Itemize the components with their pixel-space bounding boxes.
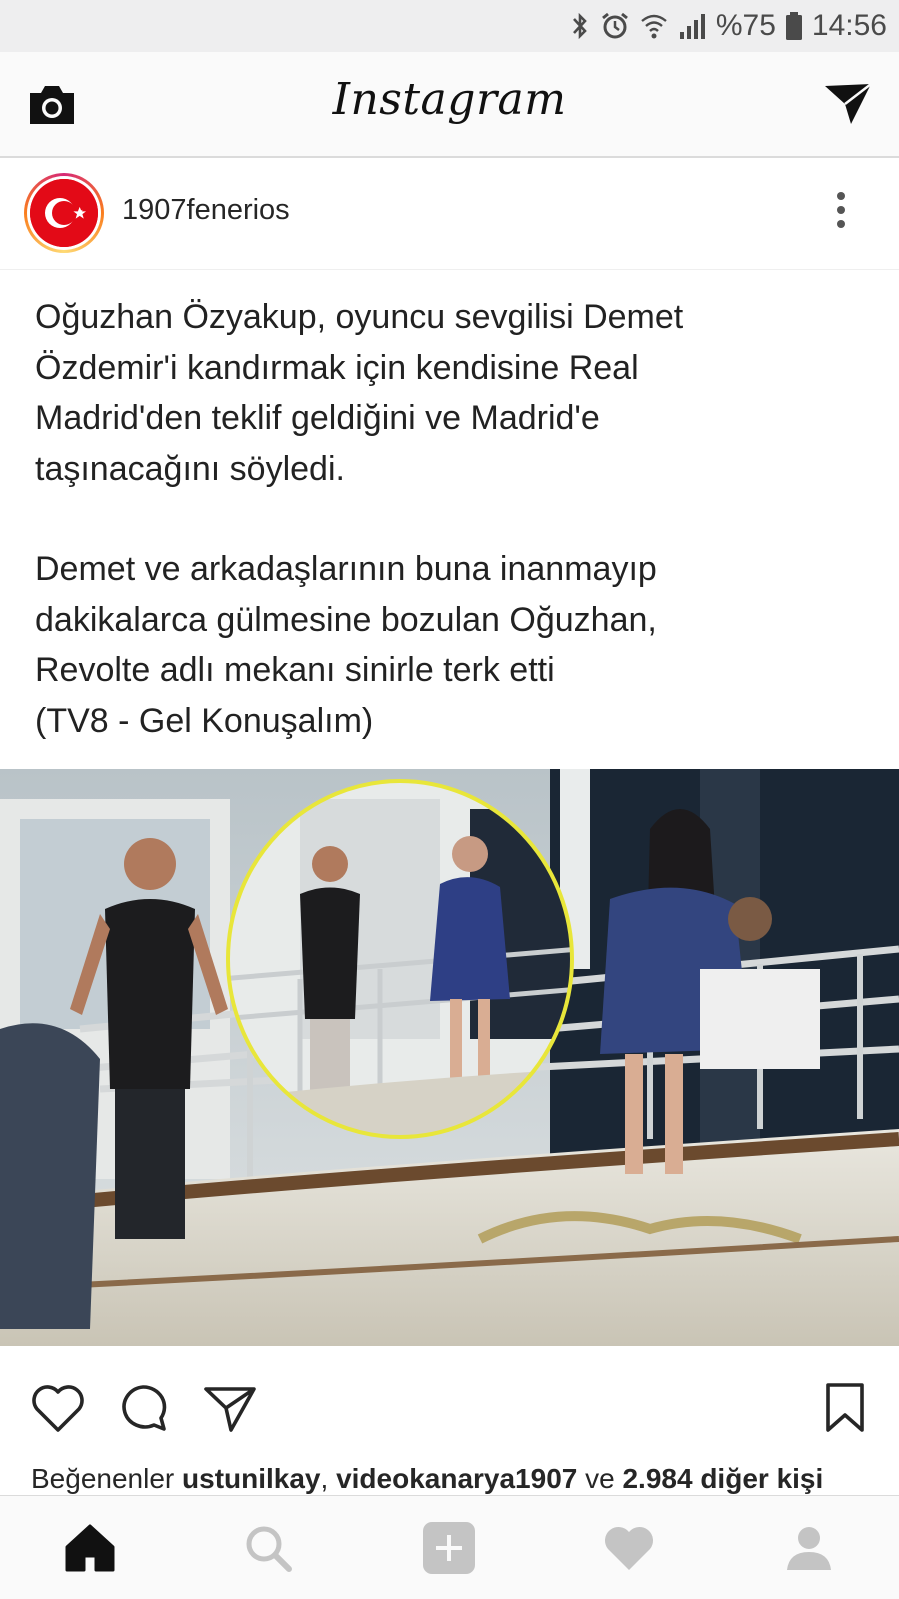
post-actions	[0, 1346, 899, 1456]
heart-icon	[32, 1385, 84, 1432]
post-photo[interactable]	[0, 769, 899, 1346]
comment-button[interactable]	[116, 1382, 172, 1434]
caption-paragraph-2: Demet ve arkadaşlarının buna inanmayıp d…	[35, 550, 657, 740]
like-button[interactable]	[30, 1382, 86, 1434]
liker-username-2[interactable]: videokanarya1907	[336, 1463, 577, 1494]
likes-others-count[interactable]: 2.984 diğer kişi	[622, 1463, 823, 1494]
nav-activity[interactable]	[601, 1520, 657, 1576]
activity-heart-icon	[604, 1526, 654, 1570]
liker-username-1[interactable]: ustunilkay	[182, 1463, 320, 1494]
likes-conjunction: ve	[577, 1463, 623, 1494]
wifi-icon	[641, 14, 667, 39]
nav-add[interactable]	[421, 1520, 477, 1576]
paper-plane-icon	[825, 83, 872, 124]
bottom-nav	[0, 1495, 899, 1599]
share-button[interactable]	[203, 1382, 259, 1434]
avatar[interactable]	[24, 173, 104, 253]
home-icon	[65, 1524, 115, 1572]
clock: 14:56	[811, 9, 887, 42]
comment-icon	[122, 1385, 167, 1431]
more-dot-icon	[837, 220, 845, 228]
post-header: 1907fenerios	[0, 158, 899, 270]
bluetooth-icon	[572, 12, 587, 40]
profile-icon	[787, 1527, 831, 1570]
bookmark-icon	[826, 1383, 864, 1432]
more-options-button[interactable]	[835, 192, 847, 232]
nav-home[interactable]	[62, 1520, 118, 1576]
brand-logo: Instagram	[332, 74, 567, 125]
caption-paragraph-1: Oğuzhan Özyakup, oyuncu sevgilisi Demet …	[35, 298, 684, 488]
turkish-flag-icon	[30, 179, 98, 247]
share-icon	[204, 1387, 256, 1432]
direct-button[interactable]	[823, 80, 873, 128]
search-icon	[246, 1526, 292, 1572]
status-bar: %75 14:56	[0, 0, 899, 52]
battery-percent: %75	[715, 9, 776, 42]
add-icon	[423, 1522, 475, 1574]
post-text-image: Oğuzhan Özyakup, oyuncu sevgilisi Demet …	[0, 272, 899, 769]
signal-icon	[679, 14, 705, 39]
more-dot-icon	[837, 206, 845, 214]
likes-separator: ,	[320, 1463, 337, 1494]
status-icons: %75 14:56	[570, 8, 887, 44]
more-dot-icon	[837, 192, 845, 200]
app-header: Instagram	[0, 52, 899, 158]
save-button[interactable]	[818, 1382, 874, 1434]
post-username[interactable]: 1907fenerios	[122, 194, 290, 227]
boat-photo-illustration	[0, 769, 899, 1346]
battery-icon	[785, 12, 802, 40]
nav-search[interactable]	[240, 1520, 296, 1576]
nav-profile[interactable]	[781, 1520, 837, 1576]
likes-prefix: Beğenenler	[31, 1463, 183, 1494]
alarm-icon	[601, 12, 628, 39]
likes-summary[interactable]: Beğenenler ustunilkay, videokanarya1907 …	[31, 1463, 823, 1495]
